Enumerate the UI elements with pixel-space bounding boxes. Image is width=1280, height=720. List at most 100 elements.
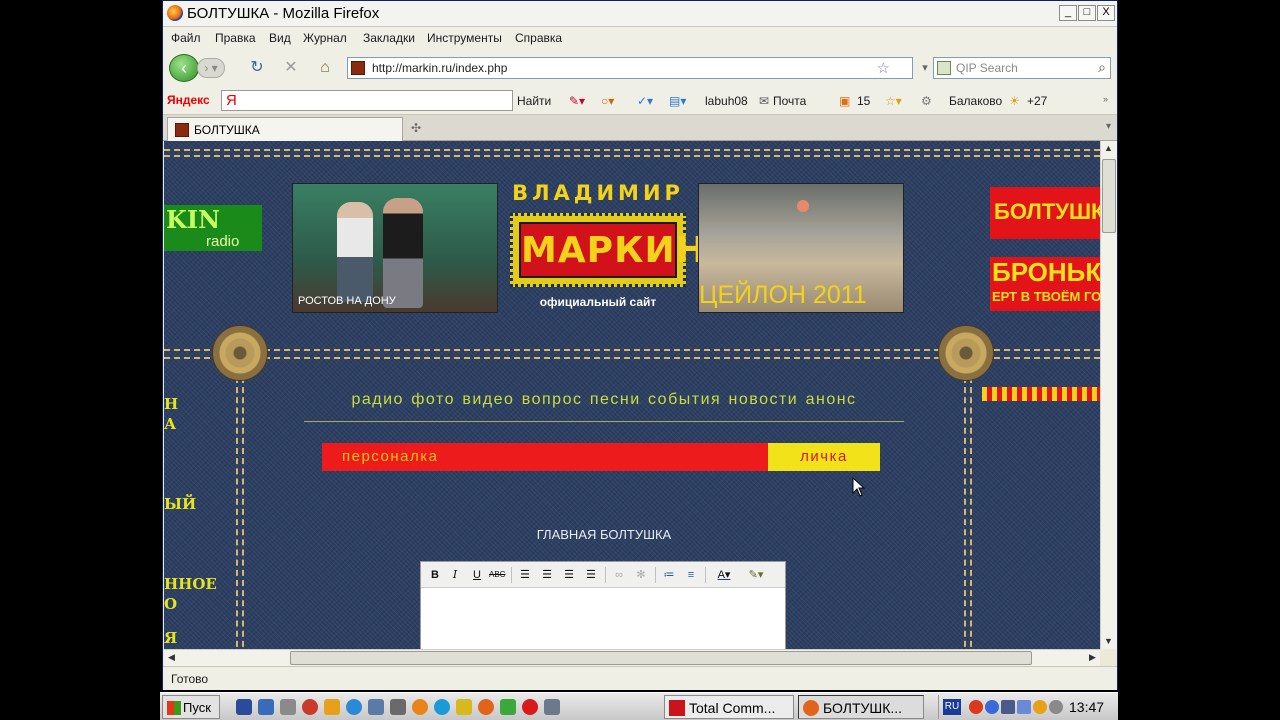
nav-radio[interactable]: радио [351, 391, 403, 408]
nav-photo[interactable]: фото [411, 391, 455, 408]
yandex-logo[interactable]: Яндекс [167, 93, 210, 107]
opera-quicklaunch-icon[interactable] [522, 699, 538, 715]
bookmark-icon[interactable]: ☆▾ [885, 94, 902, 108]
home-icon[interactable]: ⌂ [315, 58, 335, 78]
monitor-icon[interactable] [544, 699, 560, 715]
tab-list-icon[interactable]: ▾ [1106, 121, 1111, 132]
nav-announce[interactable]: анонс [806, 391, 857, 408]
minimize-button[interactable]: _ [1059, 5, 1077, 21]
rostov-photo[interactable]: РОСТОВ НА ДОНУ [292, 183, 498, 313]
tray-app-icon[interactable] [969, 700, 983, 714]
align-center-icon[interactable]: ☰ [539, 567, 555, 583]
search-icon[interactable]: ⌕ [1098, 59, 1106, 76]
scroll-down-icon[interactable]: ▼ [1101, 634, 1116, 649]
tab-boltushka[interactable]: БОЛТУШКА [167, 117, 403, 141]
spellcheck-icon[interactable]: ✓▾ [637, 94, 653, 108]
pencil-icon[interactable] [456, 699, 472, 715]
tray-app-icon[interactable] [1049, 700, 1063, 714]
ceylon-photo[interactable]: ЦЕЙЛОН 2011 [698, 183, 904, 313]
vertical-scroll-thumb[interactable] [1102, 159, 1116, 233]
lichka-button[interactable]: личка [768, 443, 880, 471]
translate-icon[interactable]: ▤▾ [669, 94, 686, 108]
yandex-user[interactable]: labuh08 [705, 94, 748, 108]
stop-icon[interactable]: ✕ [281, 58, 301, 78]
taskbar-total-commander[interactable]: Total Comm... [664, 695, 794, 719]
align-right-icon[interactable]: ☰ [561, 567, 577, 583]
left-menu-fragment[interactable]: ЫЙ [164, 495, 196, 513]
tray-volume-icon[interactable] [1017, 700, 1031, 714]
menu-tools[interactable]: Инструменты [427, 31, 502, 45]
horizontal-scrollbar[interactable]: ◀ ▶ [164, 649, 1100, 666]
mail-icon[interactable]: ✉ [759, 94, 769, 108]
personalka-button[interactable]: персоналка [322, 443, 768, 471]
markin-radio-banner[interactable]: KIN radio [164, 205, 262, 251]
back-button[interactable]: ‹ [169, 54, 199, 82]
firefox-quicklaunch-icon[interactable] [478, 699, 494, 715]
player-icon[interactable] [346, 699, 362, 715]
url-dropdown-icon[interactable]: ▾ [915, 58, 935, 78]
strikethrough-button[interactable]: ABC [489, 567, 505, 583]
scroll-left-icon[interactable]: ◀ [164, 650, 179, 665]
skype-icon[interactable] [434, 699, 450, 715]
tray-app-icon[interactable] [985, 700, 999, 714]
numbered-list-icon[interactable]: ≡ [683, 567, 699, 583]
network-icon[interactable] [258, 699, 274, 715]
reload-icon[interactable]: ↻ [247, 58, 267, 78]
nav-songs[interactable]: песни [590, 391, 641, 408]
menu-view[interactable]: Вид [269, 31, 291, 45]
left-menu-fragment[interactable]: Н [164, 395, 178, 413]
highlight-color-icon[interactable]: ✎▾ [743, 567, 769, 583]
yandex-counter[interactable]: 15 [857, 94, 870, 108]
search-box[interactable]: QIP Search ⌕ [933, 57, 1111, 79]
link-icon[interactable]: ∞ [611, 567, 627, 583]
yandex-temperature[interactable]: +27 [1027, 94, 1047, 108]
language-indicator[interactable]: RU [943, 699, 961, 715]
clock[interactable]: 13:47 [1069, 699, 1104, 715]
bullet-list-icon[interactable]: ≔ [661, 567, 677, 583]
bookmark-star-icon[interactable]: ☆ [877, 59, 890, 77]
text-color-icon[interactable]: A▾ [713, 567, 735, 583]
nav-video[interactable]: видео [462, 391, 514, 408]
menu-help[interactable]: Справка [515, 31, 562, 45]
close-button[interactable]: X [1097, 5, 1115, 21]
message-editor[interactable]: B I U ABC ☰ ☰ ☰ ☰ ∞ ✻ ≔ ≡ A▾ ✎▾ [420, 561, 786, 649]
taskbar-firefox[interactable]: БОЛТУШК... [798, 695, 924, 719]
save-icon[interactable] [236, 699, 252, 715]
left-menu-fragment[interactable]: ННОЕ [164, 575, 217, 593]
toolbar-overflow-icon[interactable]: » [1103, 94, 1108, 104]
yandex-search-input[interactable]: Я [221, 90, 513, 111]
boltushka-banner[interactable]: БОЛТУШК [990, 187, 1100, 239]
new-tab-icon[interactable]: ✣ [411, 121, 421, 135]
opera-icon[interactable] [302, 699, 318, 715]
search-engine-icon[interactable] [937, 61, 951, 75]
vertical-scrollbar[interactable]: ▲ ▼ [1100, 141, 1117, 649]
left-menu-fragment[interactable]: О [164, 595, 177, 613]
counter-icon[interactable]: ▣ [839, 94, 850, 108]
start-button[interactable]: Пуск [162, 695, 220, 719]
scroll-right-icon[interactable]: ▶ [1085, 650, 1100, 665]
mail-client-icon[interactable] [412, 699, 428, 715]
yandex-city[interactable]: Балаково [949, 94, 1002, 108]
paint-icon[interactable] [368, 699, 384, 715]
bold-button[interactable]: B [427, 567, 443, 583]
left-menu-fragment[interactable]: Я [164, 629, 177, 647]
tray-network-icon[interactable] [1001, 700, 1015, 714]
menu-bookmarks[interactable]: Закладки [363, 31, 415, 45]
scroll-up-icon[interactable]: ▲ [1101, 141, 1116, 156]
pen-icon[interactable]: ✎▾ [569, 94, 585, 108]
nav-news[interactable]: новости [729, 391, 799, 408]
printer-icon[interactable] [280, 699, 296, 715]
download-icon[interactable] [500, 699, 516, 715]
nav-question[interactable]: вопрос [522, 391, 583, 408]
tools-icon[interactable] [390, 699, 406, 715]
yandex-mail-link[interactable]: Почта [773, 94, 806, 108]
menu-history[interactable]: Журнал [303, 31, 347, 45]
gear-icon[interactable]: ⚙ [921, 94, 932, 108]
nav-events[interactable]: события [648, 391, 721, 408]
markin-logo[interactable]: ВЛАДИМИР МАРКИН официальный сайт [510, 181, 706, 315]
menu-edit[interactable]: Правка [215, 31, 256, 45]
left-menu-fragment[interactable]: А [164, 415, 176, 433]
align-justify-icon[interactable]: ☰ [583, 567, 599, 583]
tray-app-icon[interactable] [1033, 700, 1047, 714]
align-left-icon[interactable]: ☰ [517, 567, 533, 583]
